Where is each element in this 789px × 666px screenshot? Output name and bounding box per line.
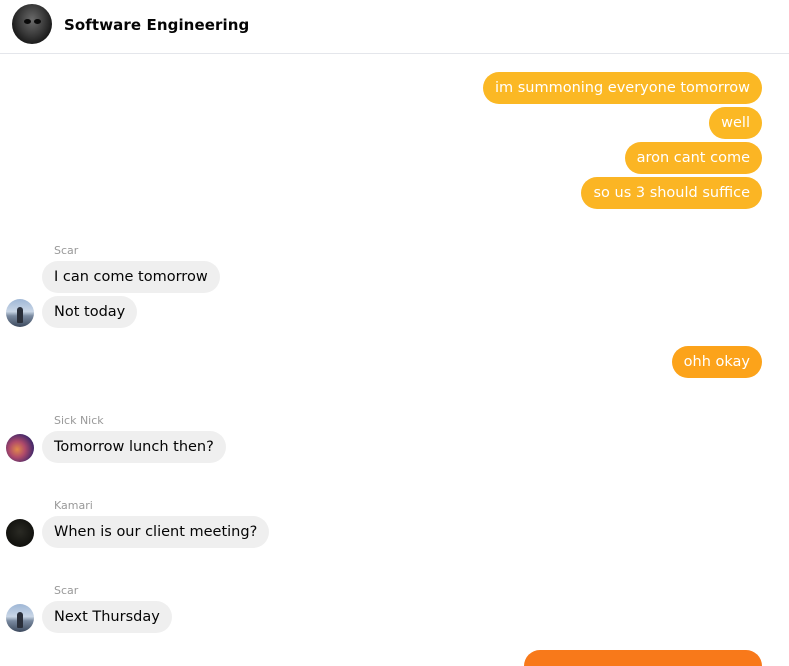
scar-avatar[interactable] — [6, 604, 34, 632]
kamari-avatar[interactable] — [6, 519, 34, 547]
message-list: im summoning everyone tomorrow well aron… — [0, 55, 789, 666]
incoming-message[interactable]: Next Thursday — [42, 601, 172, 633]
outgoing-message-partial[interactable] — [524, 650, 762, 666]
outgoing-message[interactable]: ohh okay — [671, 346, 762, 378]
scar-avatar[interactable] — [6, 299, 34, 327]
group-avatar[interactable] — [12, 4, 52, 44]
incoming-message[interactable]: I can come tomorrow — [42, 261, 220, 293]
avatar-eye-right — [34, 19, 41, 24]
outgoing-message[interactable]: aron cant come — [624, 142, 762, 174]
sender-name: Kamari — [54, 499, 93, 512]
chat-header: Software Engineering — [0, 0, 789, 54]
incoming-message[interactable]: When is our client meeting? — [42, 516, 270, 548]
sick-nick-avatar[interactable] — [6, 434, 34, 462]
incoming-message[interactable]: Not today — [42, 296, 138, 328]
outgoing-message[interactable]: well — [709, 107, 762, 139]
outgoing-message[interactable]: so us 3 should suffice — [581, 177, 762, 209]
sender-name: Scar — [54, 584, 79, 597]
group-title[interactable]: Software Engineering — [64, 16, 249, 34]
sender-name: Sick Nick — [54, 414, 104, 427]
avatar-eye-left — [24, 19, 31, 24]
incoming-message[interactable]: Tomorrow lunch then? — [42, 431, 226, 463]
outgoing-message[interactable]: im summoning everyone tomorrow — [482, 72, 762, 104]
sender-name: Scar — [54, 244, 79, 257]
